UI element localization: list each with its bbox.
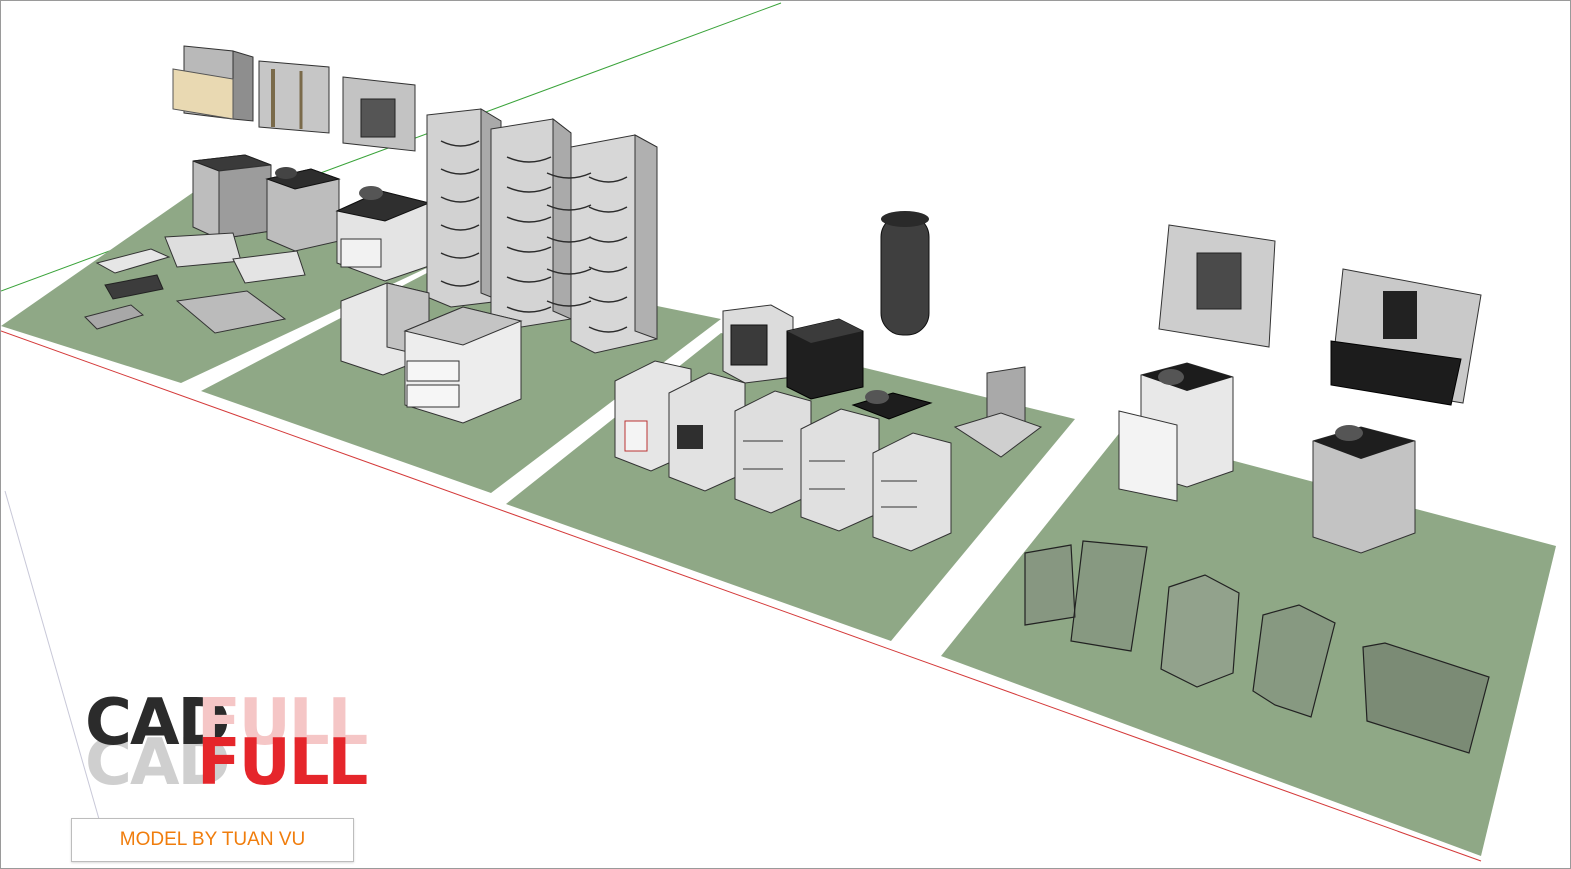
floor-zone-4 (941, 431, 1556, 856)
author-credit: MODEL BY TUAN VU (71, 818, 354, 862)
model-viewport[interactable]: CAD CAD FULL FULL MODEL BY TUAN VU (0, 0, 1571, 869)
logo-full-word: FULL (197, 726, 368, 800)
cadfull-logo: CAD CAD FULL FULL (85, 691, 368, 811)
